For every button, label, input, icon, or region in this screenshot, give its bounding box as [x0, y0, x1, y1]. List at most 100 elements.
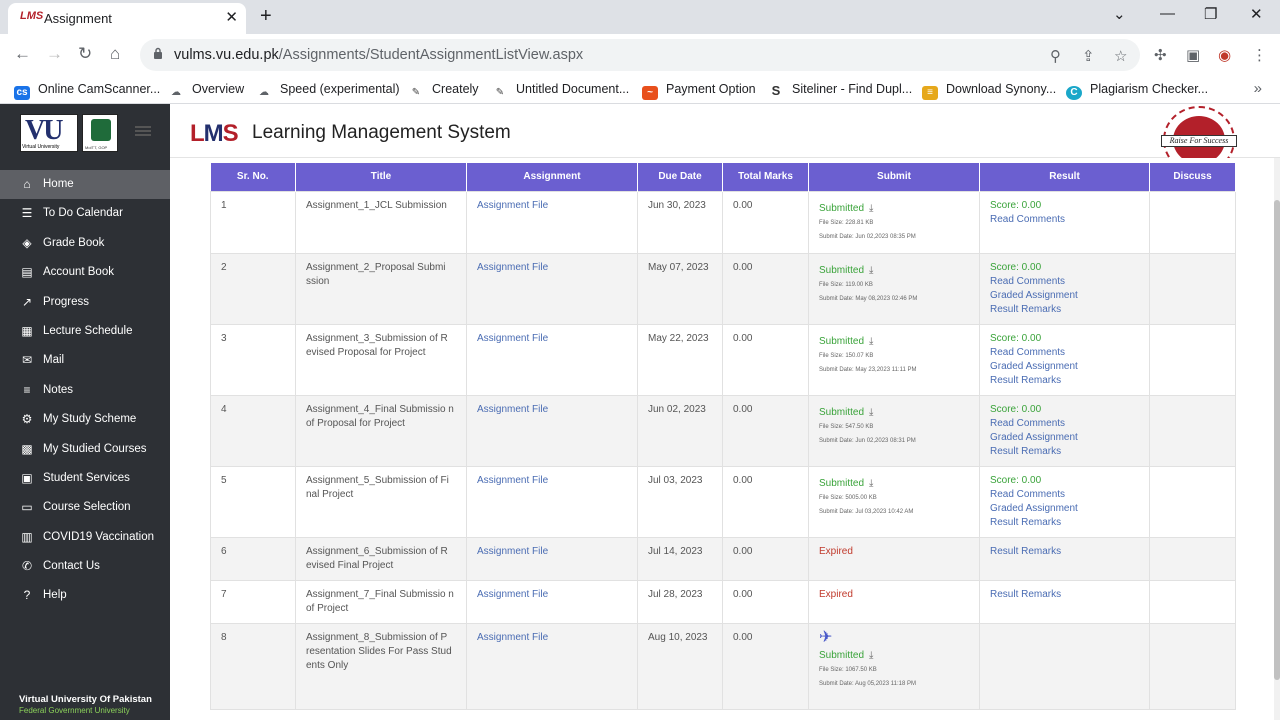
upload-plane-icon[interactable]: ✈ [819, 629, 969, 645]
result-link[interactable]: Read Comments [990, 275, 1139, 289]
result-link[interactable]: Read Comments [990, 346, 1139, 360]
cell-discuss[interactable] [1149, 579, 1236, 624]
download-icon[interactable]: ⤓ [869, 203, 873, 214]
submitted-status[interactable]: Submitted ⤓ [819, 406, 969, 420]
sidebar-item-help[interactable]: ? Help [0, 581, 170, 610]
submitted-status[interactable]: Submitted ⤓ [819, 202, 969, 216]
cell-discuss[interactable] [1149, 622, 1236, 710]
cell-due-date: Aug 10, 2023 [637, 622, 723, 710]
sidebar-item-mail[interactable]: ✉ Mail [0, 346, 170, 375]
sidebar-item-grade-book[interactable]: ◈ Grade Book [0, 229, 170, 258]
tab-search-chevron-icon[interactable]: ⌄ [1113, 5, 1126, 23]
cell-result: Score: 0.00 Read Comments Graded Assignmen… [979, 394, 1150, 467]
bookmarks-overflow-icon[interactable]: » [1254, 80, 1262, 97]
list-icon: ☰ [21, 206, 33, 221]
scrollbar-thumb[interactable] [1274, 200, 1280, 680]
tab-close-icon[interactable]: ✕ [225, 8, 238, 26]
assignment-file-link[interactable]: Assignment File [477, 474, 627, 488]
lms-logo[interactable]: LMS [190, 120, 239, 148]
window-close-icon[interactable]: ✕ [1250, 5, 1263, 23]
new-tab-icon[interactable]: + [260, 5, 272, 28]
cell-result: Score: 0.00 Read Comments Graded Assignmen… [979, 465, 1150, 538]
sidebar-item-covid19-vaccination[interactable]: ▥ COVID19 Vaccination [0, 523, 170, 552]
reload-icon[interactable]: ↻ [78, 44, 92, 64]
result-link[interactable]: Result Remarks [990, 374, 1139, 388]
sidebar-toggle-icon[interactable] [135, 126, 151, 136]
sidebar-item-course-selection[interactable]: ▭ Course Selection [0, 493, 170, 522]
result-link[interactable]: Result Remarks [990, 545, 1139, 559]
bookmark-item[interactable]: ✎ Creately [408, 82, 479, 100]
cell-discuss[interactable] [1149, 252, 1236, 325]
download-icon[interactable]: ⤓ [869, 650, 873, 661]
page-scrollbar[interactable] [1274, 158, 1280, 720]
submitted-status[interactable]: Submitted ⤓ [819, 335, 969, 349]
bookmark-item[interactable]: ~ Payment Option [642, 82, 756, 100]
submitted-status[interactable]: Submitted ⤓ [819, 477, 969, 491]
cell-discuss[interactable] [1149, 323, 1236, 396]
back-icon[interactable]: ← [14, 44, 31, 64]
result-link[interactable]: Graded Assignment [990, 289, 1139, 303]
assignment-file-link[interactable]: Assignment File [477, 545, 627, 559]
side-panel-icon[interactable]: ▣ [1186, 46, 1200, 64]
sidebar-item-student-services[interactable]: ▣ Student Services [0, 464, 170, 493]
cell-discuss[interactable] [1149, 394, 1236, 467]
result-link[interactable]: Graded Assignment [990, 360, 1139, 374]
status-text: Submitted [819, 202, 865, 214]
sidebar-item-contact-us[interactable]: ✆ Contact Us [0, 552, 170, 581]
extensions-icon[interactable]: ✣ [1154, 46, 1167, 64]
assignment-file-link[interactable]: Assignment File [477, 332, 627, 346]
cell-title: Assignment_3_Submission of R evised Prop… [295, 323, 467, 396]
result-link[interactable]: Graded Assignment [990, 431, 1139, 445]
submitted-status[interactable]: Submitted ⤓ [819, 649, 969, 663]
home-browser-icon[interactable]: ⌂ [110, 44, 120, 64]
forward-icon[interactable]: → [46, 44, 63, 64]
share-icon[interactable]: ⇪ [1082, 47, 1095, 65]
assignment-file-link[interactable]: Assignment File [477, 199, 627, 213]
sidebar-item-my-study-scheme[interactable]: ⚙ My Study Scheme [0, 405, 170, 434]
cell-sr-no: 4 [210, 394, 296, 467]
bookmark-item[interactable]: C Plagiarism Checker... [1066, 82, 1208, 100]
result-link[interactable]: Read Comments [990, 213, 1139, 227]
bookmark-star-icon[interactable]: ☆ [1114, 47, 1127, 65]
sidebar-item-home[interactable]: ⌂ Home [0, 170, 170, 200]
result-link[interactable]: Read Comments [990, 488, 1139, 502]
menu-kebab-icon[interactable]: ⋮ [1252, 46, 1267, 64]
bookmark-item[interactable]: ☁ Speed (experimental) [256, 82, 400, 100]
result-link[interactable]: Graded Assignment [990, 502, 1139, 516]
sidebar-item-to-do-calendar[interactable]: ☰ To Do Calendar [0, 199, 170, 228]
submitted-status[interactable]: Submitted ⤓ [819, 264, 969, 278]
minimize-icon[interactable]: — [1160, 5, 1175, 22]
sidebar-item-account-book[interactable]: ▤ Account Book [0, 258, 170, 287]
result-link[interactable]: Result Remarks [990, 445, 1139, 459]
bookmark-item[interactable]: ✎ Untitled Document... [492, 82, 629, 100]
download-icon[interactable]: ⤓ [869, 407, 873, 418]
assignment-file-link[interactable]: Assignment File [477, 403, 627, 417]
profile-icon[interactable]: ◉ [1218, 46, 1231, 64]
cell-discuss[interactable] [1149, 190, 1236, 254]
browser-tab[interactable]: LMS Assignment ✕ [8, 3, 246, 34]
result-link[interactable]: Result Remarks [990, 303, 1139, 317]
assignment-file-link[interactable]: Assignment File [477, 261, 627, 275]
result-link[interactable]: Result Remarks [990, 516, 1139, 530]
sidebar-item-progress[interactable]: ↗ Progress [0, 288, 170, 317]
restore-icon[interactable]: ❐ [1204, 5, 1217, 23]
zoom-icon[interactable]: ⚲ [1050, 47, 1061, 65]
sidebar-item-lecture-schedule[interactable]: ▦ Lecture Schedule [0, 317, 170, 346]
download-icon[interactable]: ⤓ [869, 478, 873, 489]
bookmark-item[interactable]: ≡ Download Synony... [922, 82, 1056, 100]
cell-discuss[interactable] [1149, 536, 1236, 581]
download-icon[interactable]: ⤓ [869, 265, 873, 276]
sidebar-item-notes[interactable]: ≡ Notes [0, 376, 170, 405]
download-icon[interactable]: ⤓ [869, 336, 873, 347]
assignment-file-link[interactable]: Assignment File [477, 631, 627, 645]
cell-discuss[interactable] [1149, 465, 1236, 538]
address-bar[interactable]: vulms.vu.edu.pk/Assignments/StudentAssig… [140, 39, 1140, 71]
bookmark-item[interactable]: S Siteliner - Find Dupl... [768, 82, 913, 98]
result-link[interactable]: Read Comments [990, 417, 1139, 431]
siteliner-icon: S [771, 83, 781, 98]
bookmark-item[interactable]: cs Online CamScanner... [14, 82, 160, 100]
result-link[interactable]: Result Remarks [990, 588, 1139, 602]
sidebar-item-my-studied-courses[interactable]: ▩ My Studied Courses [0, 435, 170, 464]
assignment-file-link[interactable]: Assignment File [477, 588, 627, 602]
bookmark-item[interactable]: ☁ Overview [168, 82, 244, 100]
